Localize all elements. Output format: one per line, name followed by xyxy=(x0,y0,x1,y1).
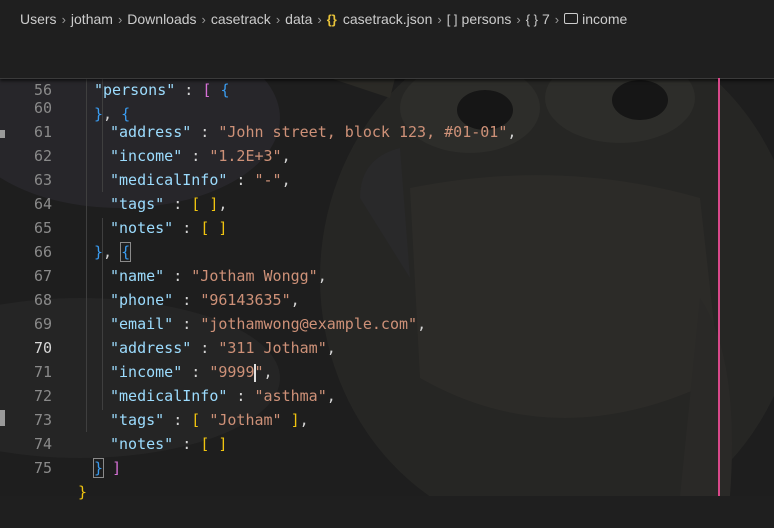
breadcrumb: Users › jotham › Downloads › casetrack ›… xyxy=(0,0,774,38)
breadcrumb-item-casetrack[interactable]: casetrack xyxy=(211,11,271,27)
bracket: } xyxy=(94,105,104,123)
window-edge-mark xyxy=(0,130,5,138)
code-line[interactable]: 72 "tags" : [ "Jotham" ], xyxy=(0,360,774,429)
code-line[interactable]: 65 }, { xyxy=(0,192,774,262)
json-separator: : xyxy=(175,81,203,99)
bracket: ] xyxy=(112,459,122,477)
code-line[interactable]: 74 } ] xyxy=(0,408,774,478)
code-line[interactable]: 63 "tags" : [ ], xyxy=(0,144,774,213)
line-content: } ] xyxy=(92,456,122,480)
object-icon: { } xyxy=(525,11,538,27)
breadcrumb-item-data[interactable]: data xyxy=(285,11,312,27)
string-property-icon xyxy=(564,12,579,24)
chevron-right-icon: › xyxy=(275,11,281,27)
line-number: 75 xyxy=(33,459,52,477)
code-line[interactable]: 69 "address" : "311 Jotham", xyxy=(0,288,774,357)
bracket-match-highlight: } xyxy=(92,458,105,478)
chevron-right-icon: › xyxy=(437,11,442,27)
line-content: }, { xyxy=(94,102,130,126)
line-number: 56 xyxy=(33,81,52,99)
code-line[interactable]: 73 "notes" : [ ] xyxy=(0,384,774,453)
chevron-right-icon: › xyxy=(554,11,560,27)
breadcrumb-item-jotham[interactable]: jotham xyxy=(71,11,113,27)
bracket: } xyxy=(78,483,88,501)
breadcrumb-item-downloads[interactable]: Downloads xyxy=(127,11,196,27)
code-line[interactable]: 56 }, { xyxy=(0,54,774,123)
code-line[interactable]: 67 "phone" : "96143635", xyxy=(0,240,774,309)
code-line-active[interactable]: 70 "income" : "9999", xyxy=(0,312,774,382)
breadcrumb-item-file[interactable]: casetrack.json xyxy=(343,11,432,27)
code-editor[interactable]: 2 "persons" : [ { 56 }, { 60 "address" :… xyxy=(0,0,774,501)
window-edge-mark xyxy=(0,410,5,426)
chevron-right-icon: › xyxy=(201,11,206,27)
bracket: { xyxy=(220,81,230,99)
chevron-right-icon: › xyxy=(516,11,521,27)
json-key: "persons" xyxy=(94,81,176,99)
code-line[interactable]: 68 "email" : "jothamwong@example.com", xyxy=(0,264,774,333)
json-file-icon: {} xyxy=(326,11,337,27)
breadcrumb-item-index[interactable]: 7 xyxy=(542,11,550,27)
chevron-right-icon: › xyxy=(117,11,123,27)
chevron-right-icon: › xyxy=(317,11,322,27)
code-line[interactable]: 71 "medicalInfo" : "asthma", xyxy=(0,336,774,405)
array-icon: [ ] xyxy=(446,11,458,27)
bracket: [ xyxy=(202,81,212,99)
code-line[interactable]: 75 } xyxy=(0,432,774,501)
breadcrumb-item-persons[interactable]: persons xyxy=(462,11,512,27)
code-line[interactable]: 64 "notes" : [ ] xyxy=(0,168,774,237)
editor-ruler xyxy=(718,78,720,496)
line-content: "persons" : [ { xyxy=(94,78,229,102)
chevron-right-icon: › xyxy=(61,11,66,27)
punctuation: , xyxy=(103,105,122,123)
breadcrumb-item-income[interactable]: income xyxy=(582,11,627,27)
code-line[interactable]: 66 "name" : "Jotham Wongg", xyxy=(0,216,774,285)
breadcrumb-item-users[interactable]: Users xyxy=(20,11,57,27)
line-content: } xyxy=(78,480,87,504)
bracket: { xyxy=(121,105,131,123)
